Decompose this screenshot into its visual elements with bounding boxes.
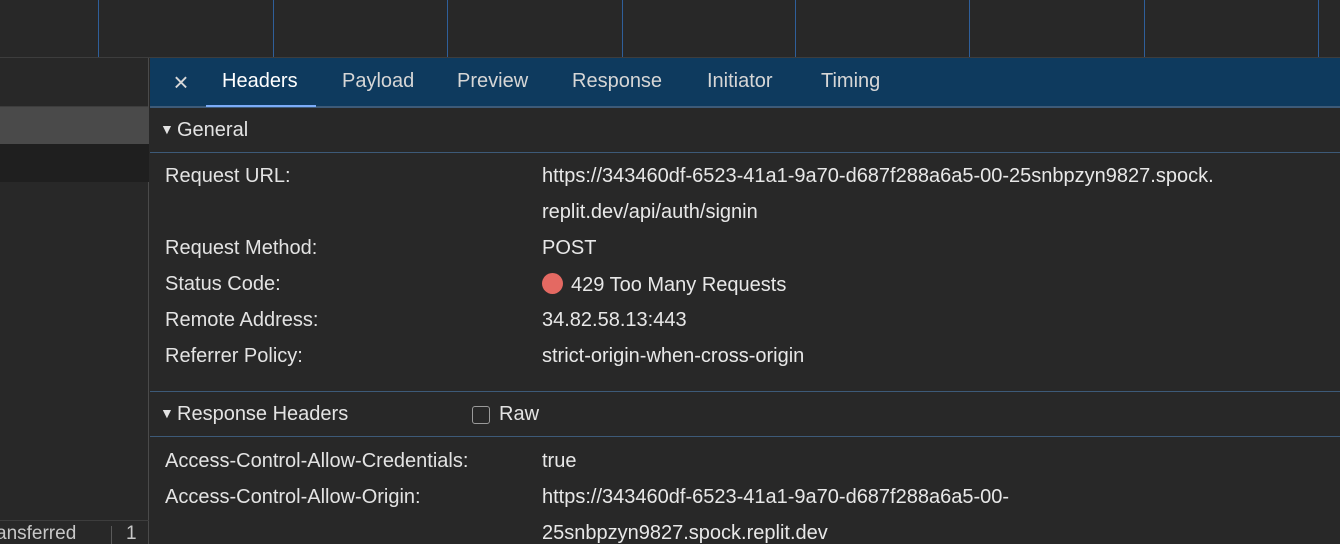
timeline-gridline <box>969 0 970 57</box>
response-headers-title: Response Headers <box>177 403 349 425</box>
timeline-gridline <box>98 0 99 57</box>
transferred-label: ansferred <box>0 523 77 544</box>
acao-header-value-line1: https://343460df-6523-41a1-9a70-d687f288… <box>542 486 1010 508</box>
acac-header-value: true <box>542 450 577 472</box>
request-row-selected[interactable] <box>0 107 149 144</box>
general-section-title: General <box>177 119 249 141</box>
tab-initiator[interactable]: Initiator <box>707 58 773 107</box>
remote-address-value: 34.82.58.13:443 <box>542 309 687 331</box>
network-status-bar: ansferred 1 <box>0 520 149 544</box>
tab-response[interactable]: Response <box>572 58 662 107</box>
acac-header-name: Access-Control-Allow-Credentials: <box>165 450 469 472</box>
timeline-gridline <box>1318 0 1319 57</box>
timeline-gridline <box>795 0 796 57</box>
tab-headers[interactable]: Headers <box>206 58 316 107</box>
timeline-gridline <box>273 0 274 57</box>
response-headers-section-header[interactable]: ▼ Response Headers Raw <box>150 391 1340 437</box>
request-url-value-line1: https://343460df-6523-41a1-9a70-d687f288… <box>542 165 1214 187</box>
request-url-value-line2: replit.dev/api/auth/signin <box>542 201 758 223</box>
tab-payload[interactable]: Payload <box>342 58 414 107</box>
remote-address-label: Remote Address: <box>165 309 319 331</box>
triangle-down-icon: ▼ <box>160 121 174 137</box>
status-code-value: 429 Too Many Requests <box>542 273 786 297</box>
referrer-policy-value: strict-origin-when-cross-origin <box>542 345 805 367</box>
triangle-down-icon: ▼ <box>160 405 174 421</box>
request-details-pane: × Headers Payload Preview Response Initi… <box>150 58 1340 544</box>
status-code-label: Status Code: <box>165 273 281 295</box>
status-code-text: 429 Too Many Requests <box>571 274 787 296</box>
timeline-gridline <box>1144 0 1145 57</box>
general-section-header[interactable]: ▼ General <box>150 107 1340 153</box>
tab-timing[interactable]: Timing <box>821 58 880 107</box>
timeline-gridline <box>447 0 448 57</box>
devtools-network-panel: ansferred 1 × Headers Payload Preview Re… <box>0 0 1340 544</box>
status-divider <box>111 526 112 544</box>
tab-preview[interactable]: Preview <box>457 58 528 107</box>
timeline-gridline <box>622 0 623 57</box>
raw-toggle[interactable]: Raw <box>472 403 539 426</box>
request-url-label: Request URL: <box>165 165 291 187</box>
close-icon[interactable]: × <box>170 68 192 96</box>
request-list-header <box>0 58 148 107</box>
request-list-pane: ansferred 1 <box>0 58 149 544</box>
request-method-value: POST <box>542 237 597 259</box>
request-method-label: Request Method: <box>165 237 318 259</box>
status-count: 1 <box>126 523 137 544</box>
status-dot-icon <box>542 273 563 294</box>
request-row[interactable] <box>0 144 149 182</box>
acao-header-name: Access-Control-Allow-Origin: <box>165 486 421 508</box>
acao-header-value-line2: 25snbpzyn9827.spock.replit.dev <box>542 522 828 544</box>
raw-label: Raw <box>499 403 540 425</box>
network-timeline-overview[interactable] <box>0 0 1340 58</box>
referrer-policy-label: Referrer Policy: <box>165 345 303 367</box>
details-tabbar: × Headers Payload Preview Response Initi… <box>150 58 1340 107</box>
raw-checkbox[interactable] <box>472 405 490 424</box>
